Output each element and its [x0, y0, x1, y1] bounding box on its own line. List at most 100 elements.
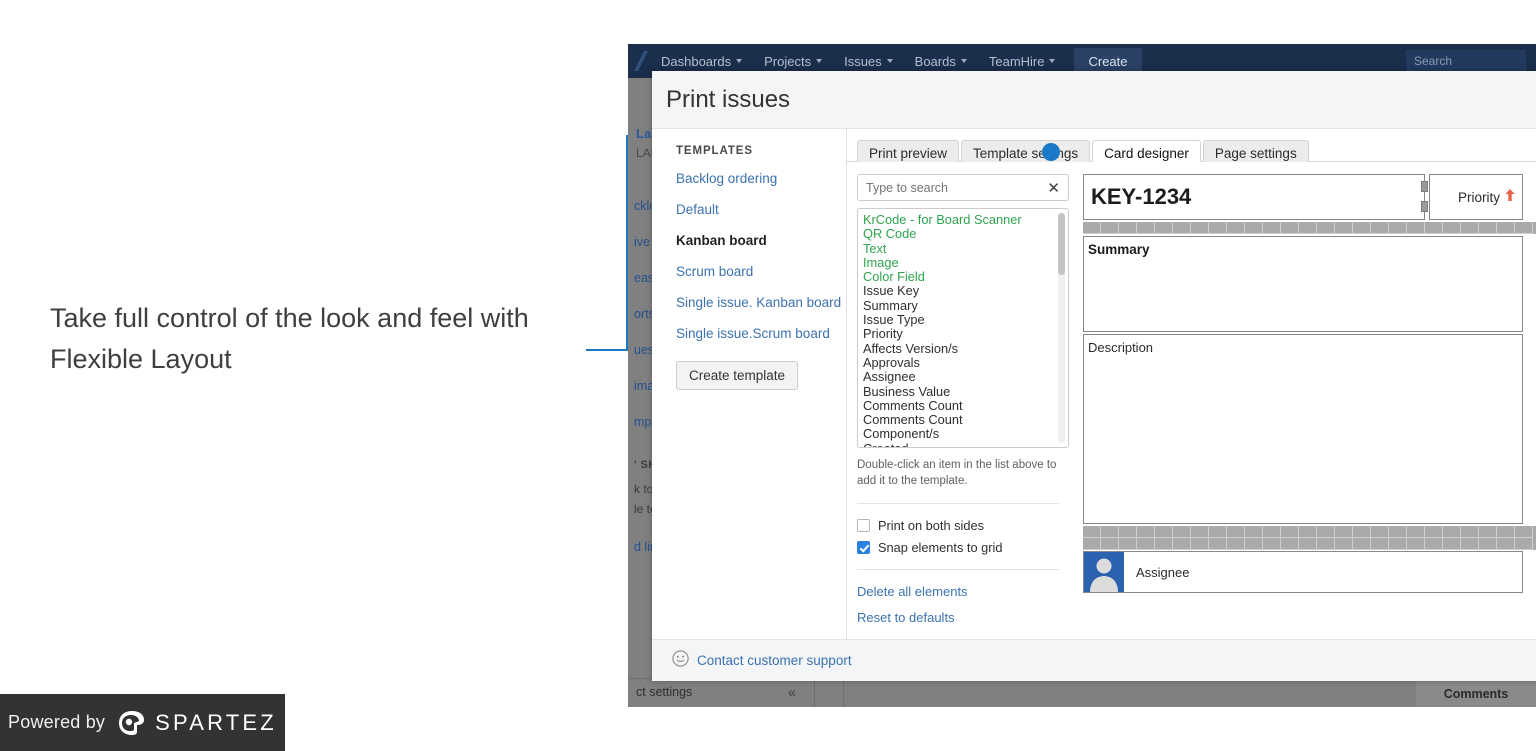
- field-list-scrollbar-thumb[interactable]: [1058, 213, 1065, 275]
- assignee-label: Assignee: [1136, 564, 1190, 580]
- tab-page-settings[interactable]: Page settings: [1202, 140, 1309, 162]
- grid-cell: [1191, 526, 1209, 538]
- screenshot-root: Take full control of the look and feel w…: [0, 0, 1536, 751]
- grid-cell: [1299, 538, 1317, 550]
- nav-label: Projects: [764, 53, 812, 69]
- create-template-button[interactable]: Create template: [676, 361, 799, 390]
- field-item[interactable]: Color Field: [863, 269, 1068, 284]
- field-item[interactable]: Comments Count: [863, 412, 1068, 427]
- checkbox-unchecked-icon[interactable]: [857, 519, 870, 532]
- nav-label: TeamHire: [988, 53, 1045, 69]
- grid-cell: [1443, 538, 1461, 550]
- connector-line-horizontal-lower: [586, 349, 628, 351]
- tab-print-preview[interactable]: Print preview: [857, 140, 960, 162]
- card-element-priority[interactable]: Priority: [1429, 174, 1523, 220]
- card-element-description[interactable]: Description: [1083, 334, 1523, 524]
- card-canvas[interactable]: KEY-1234 Priority Summary Description As…: [1083, 174, 1536, 636]
- card-element-issue-key[interactable]: KEY-1234: [1083, 174, 1428, 220]
- grid-cell: [1425, 538, 1443, 550]
- grid-cell: [1083, 538, 1101, 550]
- grid-cell: [1497, 222, 1515, 234]
- grid-cell: [1101, 538, 1119, 550]
- option-snap-elements-to-grid[interactable]: Snap elements to grid: [857, 540, 1069, 555]
- grid-cell: [1227, 526, 1245, 538]
- priority-label: Priority: [1457, 189, 1500, 205]
- smiley-icon: [672, 649, 689, 672]
- grid-cell: [1245, 538, 1263, 550]
- chevron-down-icon: [1049, 59, 1056, 63]
- grid-strip-2: [1083, 526, 1536, 538]
- field-search-input[interactable]: [858, 180, 1048, 195]
- reset-to-defaults-link[interactable]: Reset to defaults: [857, 610, 1069, 625]
- grid-cell: [1101, 526, 1119, 538]
- grid-cell: [1371, 538, 1389, 550]
- tab-card-designer[interactable]: Card designer: [1092, 140, 1201, 162]
- chevron-down-icon: [736, 59, 743, 63]
- contact-customer-support-link[interactable]: Contact customer support: [697, 653, 852, 668]
- grid-cell: [1461, 526, 1479, 538]
- resize-handle[interactable]: [1421, 201, 1428, 212]
- footer-project-settings-link[interactable]: ct settings: [636, 685, 692, 699]
- field-item[interactable]: Comments Count: [863, 398, 1068, 413]
- template-item-kanban-board[interactable]: Kanban board: [676, 233, 846, 248]
- grid-cell: [1317, 526, 1335, 538]
- resize-handle[interactable]: [1421, 181, 1428, 192]
- field-item[interactable]: Issue Type: [863, 312, 1068, 327]
- card-element-summary[interactable]: Summary: [1083, 236, 1523, 332]
- delete-all-elements-link[interactable]: Delete all elements: [857, 584, 1069, 599]
- grid-cell: [1407, 222, 1425, 234]
- field-item[interactable]: Summary: [863, 298, 1068, 313]
- grid-cell: [1281, 222, 1299, 234]
- chevron-down-icon: [886, 59, 893, 63]
- field-item[interactable]: Issue Key: [863, 284, 1068, 299]
- powered-by-spartez-bar: Powered by SPARTEZ: [0, 694, 285, 751]
- grid-cell: [1119, 538, 1137, 550]
- option-label: Snap elements to grid: [878, 540, 1003, 555]
- template-item-single-issue-scrum-board[interactable]: Single issue.Scrum board: [676, 326, 846, 341]
- dialog-header: Print issues: [652, 71, 1536, 129]
- jira-logo-icon: [630, 49, 652, 73]
- close-icon[interactable]: ✕: [1047, 179, 1068, 197]
- dialog-body: TEMPLATES Backlog ordering Default Kanba…: [652, 129, 1536, 667]
- checkbox-checked-icon[interactable]: [857, 541, 870, 554]
- template-item-single-issue-kanban-board[interactable]: Single issue. Kanban board: [676, 295, 846, 310]
- field-item[interactable]: Created: [863, 441, 1068, 447]
- field-item[interactable]: Image: [863, 255, 1068, 270]
- designer-actions: Delete all elements Reset to defaults: [857, 584, 1069, 625]
- option-print-on-both-sides[interactable]: Print on both sides: [857, 518, 1069, 533]
- global-search-input[interactable]: Search: [1406, 50, 1526, 73]
- grid-cell: [1155, 538, 1173, 550]
- field-item[interactable]: Component/s: [863, 427, 1068, 442]
- template-item-scrum-board[interactable]: Scrum board: [676, 264, 846, 279]
- grid-cell: [1515, 538, 1533, 550]
- field-item[interactable]: Approvals: [863, 355, 1068, 370]
- field-list[interactable]: KrCode - for Board Scanner QR Code Text …: [857, 208, 1069, 448]
- grid-cell: [1299, 222, 1317, 234]
- grid-cell: [1155, 526, 1173, 538]
- template-item-default[interactable]: Default: [676, 202, 846, 217]
- print-issues-dialog: Print issues TEMPLATES Backlog ordering …: [652, 71, 1536, 681]
- template-item-backlog-ordering[interactable]: Backlog ordering: [676, 171, 846, 186]
- grid-cell: [1317, 538, 1335, 550]
- field-item[interactable]: Priority: [863, 327, 1068, 342]
- field-item[interactable]: Affects Version/s: [863, 341, 1068, 356]
- grid-cell: [1137, 538, 1155, 550]
- field-item[interactable]: Text: [863, 241, 1068, 256]
- card-top-row: KEY-1234 Priority: [1083, 174, 1536, 220]
- templates-pane: TEMPLATES Backlog ordering Default Kanba…: [652, 129, 847, 667]
- grid-cell: [1497, 538, 1515, 550]
- sidebar-collapse-icon[interactable]: «: [788, 684, 796, 700]
- comments-label[interactable]: Comments: [1416, 679, 1536, 707]
- field-item[interactable]: Business Value: [863, 384, 1068, 399]
- field-item[interactable]: KrCode - for Board Scanner: [863, 212, 1068, 227]
- jira-footer-bar: ct settings « Comments: [628, 678, 1536, 707]
- card-element-assignee[interactable]: Assignee: [1083, 551, 1523, 593]
- field-item[interactable]: QR Code: [863, 226, 1068, 241]
- field-item[interactable]: Assignee: [863, 369, 1068, 384]
- tab-template-settings[interactable]: Template settings: [961, 140, 1091, 162]
- powered-by-label: Powered by: [8, 712, 106, 732]
- designer-pane: Print preview Template settings Card des…: [847, 129, 1536, 667]
- grid-cell: [1479, 538, 1497, 550]
- description-label: Description: [1088, 340, 1154, 355]
- grid-cell: [1425, 526, 1443, 538]
